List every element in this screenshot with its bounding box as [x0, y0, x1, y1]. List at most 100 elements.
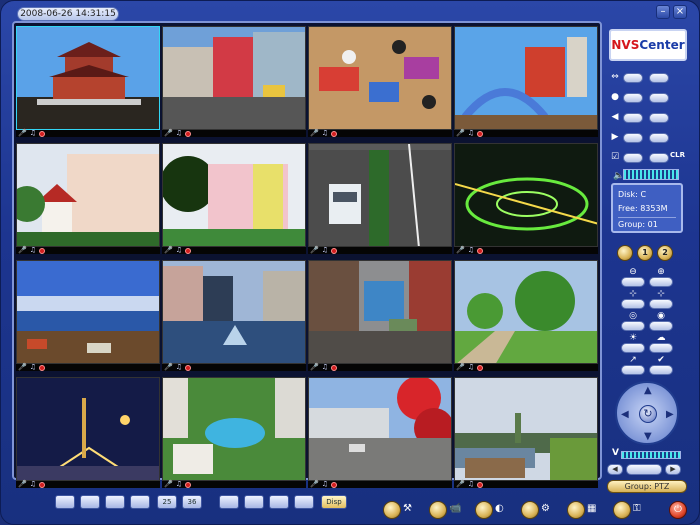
- camera-view-12[interactable]: 🎤 ♫: [454, 260, 598, 371]
- microphone-icon[interactable]: 🎤: [310, 247, 319, 254]
- camera-feed-colorful-building[interactable]: [162, 143, 306, 247]
- microphone-icon[interactable]: 🎤: [310, 130, 319, 137]
- music-note-icon[interactable]: ♫: [176, 130, 182, 137]
- side-button-5-1[interactable]: [623, 153, 643, 163]
- next-page-button[interactable]: [269, 495, 289, 509]
- layout-25-button[interactable]: 25: [157, 495, 177, 509]
- music-note-icon[interactable]: ♫: [176, 364, 182, 371]
- layout-4-button[interactable]: [80, 495, 100, 509]
- record-indicator-icon[interactable]: [185, 130, 191, 137]
- sequence-button[interactable]: [294, 495, 314, 509]
- record-icon[interactable]: ●: [610, 92, 620, 102]
- arrow-left-icon[interactable]: ◀: [621, 410, 629, 420]
- side-button-4-2[interactable]: [649, 133, 669, 143]
- microphone-icon[interactable]: 🎤: [164, 481, 173, 488]
- music-note-icon[interactable]: ♫: [30, 481, 36, 488]
- music-note-icon[interactable]: ♫: [468, 481, 474, 488]
- camera-feed-city-bay[interactable]: [16, 260, 160, 364]
- microphone-icon[interactable]: 🎤: [456, 364, 465, 371]
- zoom-out-button[interactable]: [621, 277, 645, 287]
- prev-page-button[interactable]: [244, 495, 264, 509]
- back-page-button[interactable]: [617, 245, 633, 261]
- camera-feed-park-path[interactable]: [454, 260, 598, 364]
- side-button-1-2[interactable]: [649, 73, 669, 83]
- side-button-2-2[interactable]: [649, 93, 669, 103]
- focus-far-button[interactable]: [649, 299, 673, 309]
- camera-view-7[interactable]: 🎤 ♫: [308, 143, 452, 254]
- camera-view-11[interactable]: 🎤 ♫: [308, 260, 452, 371]
- microphone-icon[interactable]: 🎤: [310, 481, 319, 488]
- layout-16-button[interactable]: [130, 495, 150, 509]
- arrow-down-icon[interactable]: ▼: [644, 432, 652, 442]
- display-button[interactable]: Disp: [321, 495, 347, 509]
- zoom-in-button[interactable]: [649, 277, 673, 287]
- camera-view-2[interactable]: 🎤 ♫: [162, 26, 306, 137]
- record-indicator-icon[interactable]: [477, 364, 483, 371]
- side-button-1-1[interactable]: [623, 73, 643, 83]
- record-indicator-icon[interactable]: [39, 130, 45, 137]
- camera-view-5[interactable]: 🎤 ♫: [16, 143, 160, 254]
- iris-close-button[interactable]: [621, 321, 645, 331]
- settings-button[interactable]: [383, 501, 401, 519]
- camera-feed-night-interchange[interactable]: [454, 143, 598, 247]
- music-note-icon[interactable]: ♫: [30, 247, 36, 254]
- config-button[interactable]: [521, 501, 539, 519]
- record-indicator-icon[interactable]: [331, 364, 337, 371]
- camera-feed-city-street[interactable]: [308, 260, 452, 364]
- camera-feed-playground[interactable]: [454, 26, 598, 130]
- clr-label[interactable]: CLR: [670, 151, 685, 159]
- side-button-4-1[interactable]: [623, 133, 643, 143]
- camera-button[interactable]: [429, 501, 447, 519]
- microphone-icon[interactable]: 🎤: [18, 364, 27, 371]
- camera-view-14[interactable]: 🎤 ♫: [162, 377, 306, 488]
- microphone-icon[interactable]: 🎤: [164, 247, 173, 254]
- record-indicator-icon[interactable]: [39, 247, 45, 254]
- arrow-up-icon[interactable]: ▲: [644, 386, 652, 396]
- record-indicator-icon[interactable]: [185, 481, 191, 488]
- microphone-icon[interactable]: 🎤: [18, 130, 27, 137]
- microphone-icon[interactable]: 🎤: [164, 364, 173, 371]
- record-indicator-icon[interactable]: [477, 481, 483, 488]
- music-note-icon[interactable]: ♫: [322, 247, 328, 254]
- music-note-icon[interactable]: ♫: [30, 364, 36, 371]
- music-note-icon[interactable]: ♫: [468, 364, 474, 371]
- audio-icon[interactable]: ◀: [610, 112, 620, 122]
- side-button-5-2[interactable]: [649, 153, 669, 163]
- iris-open-button[interactable]: [649, 321, 673, 331]
- record-indicator-icon[interactable]: [39, 364, 45, 371]
- camera-feed-plaza-pyramid[interactable]: [162, 260, 306, 364]
- music-note-icon[interactable]: ♫: [468, 130, 474, 137]
- layout-36-button[interactable]: 36: [182, 495, 202, 509]
- microphone-icon[interactable]: 🎤: [164, 130, 173, 137]
- camera-feed-road-car[interactable]: [308, 143, 452, 247]
- ptz-joystick[interactable]: ▲ ▼ ◀ ▶ ↻: [615, 381, 679, 445]
- arrow-right-icon[interactable]: ▶: [666, 410, 674, 420]
- record-indicator-icon[interactable]: [39, 481, 45, 488]
- camera-view-16[interactable]: 🎤 ♫: [454, 377, 598, 488]
- music-note-icon[interactable]: ♫: [468, 247, 474, 254]
- camera-feed-night-plaza[interactable]: [16, 377, 160, 481]
- camera-view-13[interactable]: 🎤 ♫: [16, 377, 160, 488]
- music-note-icon[interactable]: ♫: [322, 130, 328, 137]
- microphone-icon[interactable]: 🎤: [310, 364, 319, 371]
- music-note-icon[interactable]: ♫: [176, 247, 182, 254]
- camera-view-3[interactable]: 🎤 ♫: [308, 26, 452, 137]
- camera-feed-street-shops[interactable]: [162, 26, 306, 130]
- music-note-icon[interactable]: ♫: [322, 481, 328, 488]
- light-button[interactable]: [621, 343, 645, 353]
- camera-feed-school-building[interactable]: [16, 143, 160, 247]
- record-indicator-icon[interactable]: [185, 247, 191, 254]
- side-button-3-2[interactable]: [649, 113, 669, 123]
- preset-call-button[interactable]: [649, 365, 673, 375]
- camera-feed-wetland-park[interactable]: [454, 377, 598, 481]
- preset-prev-button[interactable]: ◀: [607, 464, 623, 475]
- layout-9-button[interactable]: [105, 495, 125, 509]
- ptz-auto-icon[interactable]: ↻: [639, 405, 657, 423]
- record-indicator-icon[interactable]: [331, 481, 337, 488]
- checkbox-icon[interactable]: ☑: [610, 152, 620, 162]
- camera-view-9[interactable]: 🎤 ♫: [16, 260, 160, 371]
- microphone-icon[interactable]: 🎤: [456, 130, 465, 137]
- fullscreen-button[interactable]: [219, 495, 239, 509]
- preset-set-button[interactable]: [621, 365, 645, 375]
- record-indicator-icon[interactable]: [331, 247, 337, 254]
